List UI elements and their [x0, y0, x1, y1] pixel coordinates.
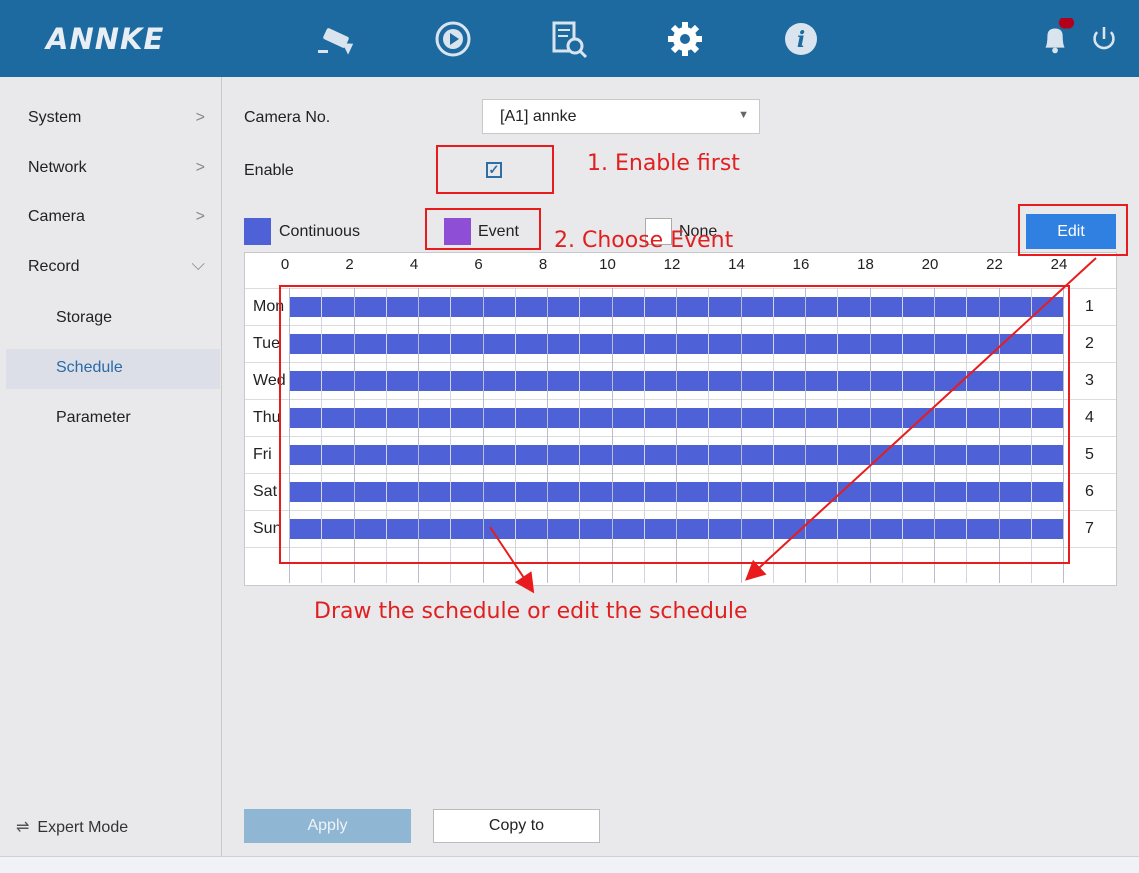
top-navigation-bar: ANNKE i	[0, 0, 1139, 77]
sidebar-item-label: Parameter	[56, 409, 131, 426]
day-number: 6	[1085, 483, 1094, 500]
continuous-label: Continuous	[279, 223, 360, 240]
camera-select[interactable]: [A1] annke ▼	[482, 99, 760, 134]
annotation-step2: 2. Choose Event	[554, 228, 734, 253]
svg-text:i: i	[797, 27, 805, 53]
day-number: 5	[1085, 446, 1094, 463]
sidebar-item-label: Network	[28, 159, 87, 176]
sidebar: System > Network > Camera > Record ⌵ Sto…	[0, 77, 222, 856]
hour-label: 0	[280, 256, 290, 273]
sidebar-item-schedule[interactable]: Schedule	[6, 349, 220, 389]
swap-arrows-icon: ⇌	[16, 819, 30, 836]
sidebar-item-label: Camera	[28, 208, 85, 225]
hour-label: 12	[663, 256, 681, 273]
sidebar-item-storage[interactable]: Storage	[0, 299, 221, 339]
sidebar-item-label: System	[28, 109, 82, 126]
schedule-highlight-box	[279, 285, 1070, 564]
camera-no-label: Camera No.	[244, 109, 331, 126]
enable-label: Enable	[244, 162, 294, 179]
chevron-right-icon: >	[195, 159, 205, 176]
continuous-swatch[interactable]	[244, 218, 271, 245]
day-number: 3	[1085, 372, 1094, 389]
camera-select-value: [A1] annke	[500, 108, 577, 125]
search-file-icon[interactable]	[548, 18, 590, 60]
camera-icon[interactable]	[316, 18, 358, 60]
sidebar-item-record[interactable]: Record ⌵	[0, 248, 221, 288]
brand-logo: ANNKE	[46, 22, 165, 56]
sidebar-item-label: Record	[28, 258, 80, 275]
hour-label: 24	[1050, 256, 1068, 273]
sidebar-item-system[interactable]: System >	[0, 99, 221, 139]
annotation-step1: 1. Enable first	[587, 151, 740, 176]
sidebar-item-label: Storage	[56, 309, 113, 326]
annotation-step3: Draw the schedule or edit the schedule	[314, 599, 748, 624]
hour-label: 22	[986, 256, 1003, 273]
enable-highlight-box	[436, 145, 554, 194]
info-icon[interactable]: i	[780, 18, 822, 60]
apply-button[interactable]: Apply	[244, 809, 411, 843]
expert-mode-label: Expert Mode	[37, 819, 129, 836]
edit-highlight-box	[1018, 204, 1128, 256]
chevron-down-icon: ▼	[738, 109, 749, 121]
chevron-right-icon: >	[195, 109, 205, 126]
day-number: 1	[1085, 298, 1094, 315]
event-highlight-box	[425, 208, 541, 250]
day-number: 4	[1085, 409, 1094, 426]
hour-label: 2	[345, 256, 354, 273]
hour-label: 18	[857, 256, 874, 273]
playback-icon[interactable]	[432, 18, 474, 60]
hour-label: 4	[409, 256, 419, 273]
power-icon[interactable]	[1086, 18, 1122, 60]
chevron-right-icon: >	[195, 208, 205, 225]
sidebar-item-parameter[interactable]: Parameter	[0, 399, 221, 439]
chevron-down-icon: ⌵	[191, 254, 205, 274]
sidebar-item-network[interactable]: Network >	[0, 149, 221, 189]
gear-icon[interactable]	[664, 18, 706, 60]
day-number: 7	[1085, 520, 1094, 537]
hour-label: 10	[599, 256, 616, 273]
hour-label: 16	[792, 256, 810, 273]
bell-icon[interactable]	[1036, 17, 1076, 60]
sidebar-item-label: Schedule	[56, 359, 123, 376]
expert-mode-toggle[interactable]: ⇌ Expert Mode	[16, 817, 128, 837]
hour-label: 6	[474, 256, 483, 273]
sidebar-item-camera[interactable]: Camera >	[0, 198, 221, 238]
hour-label: 14	[728, 256, 745, 273]
copy-to-button[interactable]: Copy to	[433, 809, 600, 843]
hour-label: 8	[538, 256, 548, 273]
day-number: 2	[1085, 335, 1094, 352]
bottom-strip	[0, 856, 1139, 873]
hour-label: 20	[921, 256, 939, 273]
